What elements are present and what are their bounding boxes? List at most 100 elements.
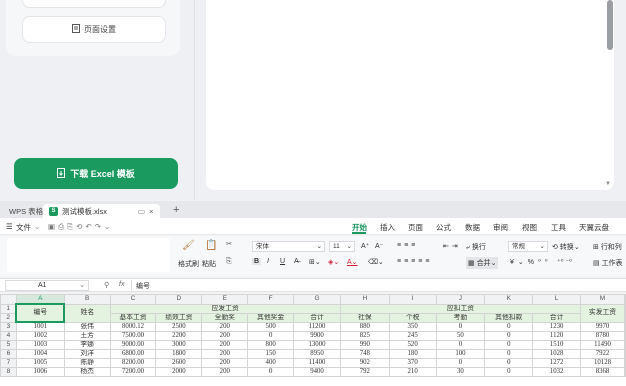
clear-icon[interactable]: ⌫⌄: [368, 258, 384, 266]
table-cell[interactable]: 0: [484, 358, 534, 368]
table-cell[interactable]: 1800: [155, 349, 203, 359]
italic-icon[interactable]: I: [267, 258, 269, 265]
table-cell[interactable]: 9400: [293, 367, 341, 377]
tab-view[interactable]: 视图: [522, 222, 537, 233]
column-header[interactable]: J: [435, 294, 486, 305]
table-cell[interactable]: 1005: [15, 358, 65, 368]
column-header[interactable]: B: [63, 294, 111, 305]
table-cell[interactable]: 825: [339, 331, 390, 341]
align-top-icons[interactable]: ≡≡≡: [397, 242, 418, 249]
table-cell[interactable]: 200: [201, 358, 249, 368]
table-cell[interactable]: 9970: [580, 321, 625, 332]
column-header[interactable]: K: [484, 294, 534, 305]
fx-icon[interactable]: fx: [119, 281, 124, 288]
row-header[interactable]: 1: [0, 303, 17, 314]
table-cell[interactable]: 8368: [580, 367, 625, 377]
table-cell[interactable]: 880: [339, 321, 390, 332]
table-cell[interactable]: 1006: [15, 367, 65, 377]
table-cell[interactable]: 200: [201, 340, 249, 350]
cell[interactable]: [624, 367, 626, 377]
tab-insert[interactable]: 插入: [380, 222, 395, 233]
table-cell[interactable]: 1002: [15, 331, 65, 341]
column-header[interactable]: I: [388, 294, 437, 305]
table-cell[interactable]: 6800.00: [109, 349, 157, 359]
header-cell[interactable]: 实发工资: [580, 303, 625, 323]
table-cell[interactable]: 0: [247, 367, 295, 377]
table-cell[interactable]: 0: [435, 358, 486, 368]
table-cell[interactable]: 11400: [293, 358, 341, 368]
table-cell[interactable]: 8000.12: [109, 321, 157, 332]
table-cell[interactable]: 王芳: [63, 331, 111, 341]
font-select[interactable]: 宋体 ⌄: [252, 241, 325, 252]
hamburger-icon[interactable]: ☰: [6, 222, 13, 231]
scrollbar-thumb[interactable]: [607, 0, 613, 50]
format-painter-icon[interactable]: 🖌: [182, 240, 195, 251]
table-cell[interactable]: 0: [484, 349, 534, 359]
header-cell[interactable]: 考勤: [435, 312, 486, 323]
table-cell[interactable]: 500: [247, 321, 295, 332]
format-painter-label[interactable]: 格式刷: [178, 259, 199, 269]
column-header[interactable]: D: [155, 294, 203, 305]
worksheet-button[interactable]: ▤ 工作表: [593, 258, 623, 268]
header-cell[interactable]: 基本工资: [109, 312, 157, 323]
tab-data[interactable]: 数据: [465, 222, 480, 233]
table-cell[interactable]: 9000.00: [109, 340, 157, 350]
column-header[interactable]: L: [532, 294, 581, 305]
group-header-pay[interactable]: 应发工资: [109, 303, 341, 314]
menu-file[interactable]: 文件: [16, 222, 31, 233]
cell[interactable]: [624, 303, 626, 314]
column-header[interactable]: F: [247, 294, 295, 305]
table-cell[interactable]: 陈静: [63, 358, 111, 368]
quick-access-icons[interactable]: ▣⎙⎘⟲↶↷⌄: [48, 222, 113, 232]
table-cell[interactable]: 0: [435, 340, 486, 350]
header-cell[interactable]: 姓名: [63, 303, 111, 323]
header-cell[interactable]: 全勤奖: [201, 312, 249, 323]
row-header[interactable]: 5: [0, 340, 17, 350]
cell[interactable]: [624, 349, 626, 359]
copy-icon[interactable]: ⎘: [226, 258, 232, 266]
spreadsheet-grid[interactable]: A B C D E F G H I J K L M 1 编号 姓名 应发工资 应…: [0, 294, 626, 386]
tab-tools[interactable]: 工具: [551, 222, 566, 233]
table-cell[interactable]: 11490: [580, 340, 625, 350]
column-header-empty[interactable]: [624, 294, 626, 305]
table-cell[interactable]: 1032: [532, 367, 581, 377]
tab-page[interactable]: 页面: [408, 222, 423, 233]
border-icon[interactable]: ⊞⌄: [309, 258, 321, 266]
table-cell[interactable]: 370: [388, 358, 437, 368]
underline-icon[interactable]: U: [280, 258, 285, 265]
row-header[interactable]: 2: [0, 312, 17, 323]
table-cell[interactable]: 200: [201, 349, 249, 359]
decimal-icons[interactable]: ⁺⁰ ⁻⁰: [557, 258, 572, 266]
indent-icons[interactable]: ⇤⇥: [443, 242, 461, 250]
table-cell[interactable]: 11200: [293, 321, 341, 332]
cell[interactable]: [624, 321, 626, 332]
table-cell[interactable]: 50: [435, 331, 486, 341]
scroll-down-icon[interactable]: ▼: [605, 181, 611, 187]
column-header[interactable]: H: [339, 294, 390, 305]
table-cell[interactable]: 1120: [532, 331, 581, 341]
table-cell[interactable]: 0: [247, 331, 295, 341]
number-format-icons[interactable]: ¥⌄%⁰⁰: [510, 258, 552, 266]
paste-icon[interactable]: 📋: [205, 240, 217, 251]
table-cell[interactable]: 990: [339, 340, 390, 350]
table-cell[interactable]: 7922: [580, 349, 625, 359]
table-cell[interactable]: 8780: [580, 331, 625, 341]
wrap-button[interactable]: ⤶ 换行: [466, 242, 486, 252]
chevron-down-icon[interactable]: ⌄: [34, 222, 40, 231]
row-header[interactable]: 3: [0, 321, 17, 332]
table-cell[interactable]: 520: [388, 340, 437, 350]
table-cell[interactable]: 200: [201, 321, 249, 332]
download-excel-button[interactable]: 下载 Excel 模板: [14, 158, 178, 189]
table-cell[interactable]: 800: [247, 340, 295, 350]
merge-button[interactable]: ▦ 合并⌄: [466, 257, 499, 269]
table-cell[interactable]: 0: [484, 367, 534, 377]
cell[interactable]: [624, 312, 626, 323]
table-cell[interactable]: 1028: [532, 349, 581, 359]
convert-button[interactable]: ⟲ 转换⌄: [552, 242, 580, 252]
table-cell[interactable]: 13000: [293, 340, 341, 350]
settings-button-partial[interactable]: [22, 0, 166, 8]
table-cell[interactable]: 200: [201, 367, 249, 377]
page-settings-button[interactable]: 页面设置: [22, 16, 166, 43]
table-cell[interactable]: 0: [484, 340, 534, 350]
new-tab-icon[interactable]: +: [173, 204, 179, 216]
